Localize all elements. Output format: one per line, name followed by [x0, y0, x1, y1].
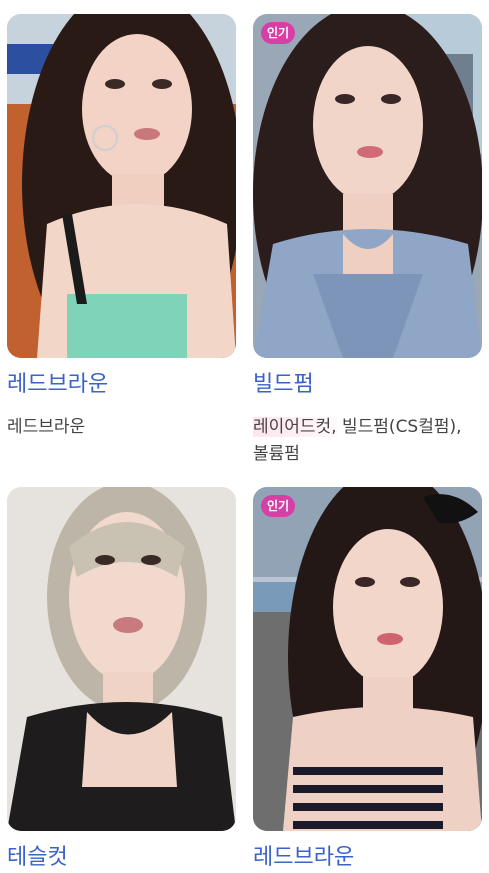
- style-description: 레이어드컷, 빌드펌(CS컬펌), 볼륨펌: [253, 414, 482, 468]
- style-title[interactable]: 레드브라운: [7, 370, 108, 400]
- portrait-image: [7, 14, 236, 358]
- style-title[interactable]: 빌드펌: [253, 370, 314, 400]
- style-title[interactable]: 테슬컷: [7, 843, 68, 873]
- portrait-image: [253, 487, 482, 831]
- style-description: 레드브라운: [7, 417, 86, 437]
- portrait-image: [253, 14, 482, 358]
- style-photo[interactable]: [253, 487, 482, 831]
- popular-badge: 인기: [261, 22, 296, 44]
- popular-badge: 인기: [261, 495, 296, 517]
- style-photo[interactable]: [7, 487, 236, 831]
- style-title[interactable]: 레드브라운: [253, 843, 354, 873]
- portrait-image: [7, 487, 236, 831]
- style-photo[interactable]: [253, 14, 482, 358]
- style-photo[interactable]: [7, 14, 236, 358]
- style-description-highlight: 레이어드컷,: [253, 417, 337, 437]
